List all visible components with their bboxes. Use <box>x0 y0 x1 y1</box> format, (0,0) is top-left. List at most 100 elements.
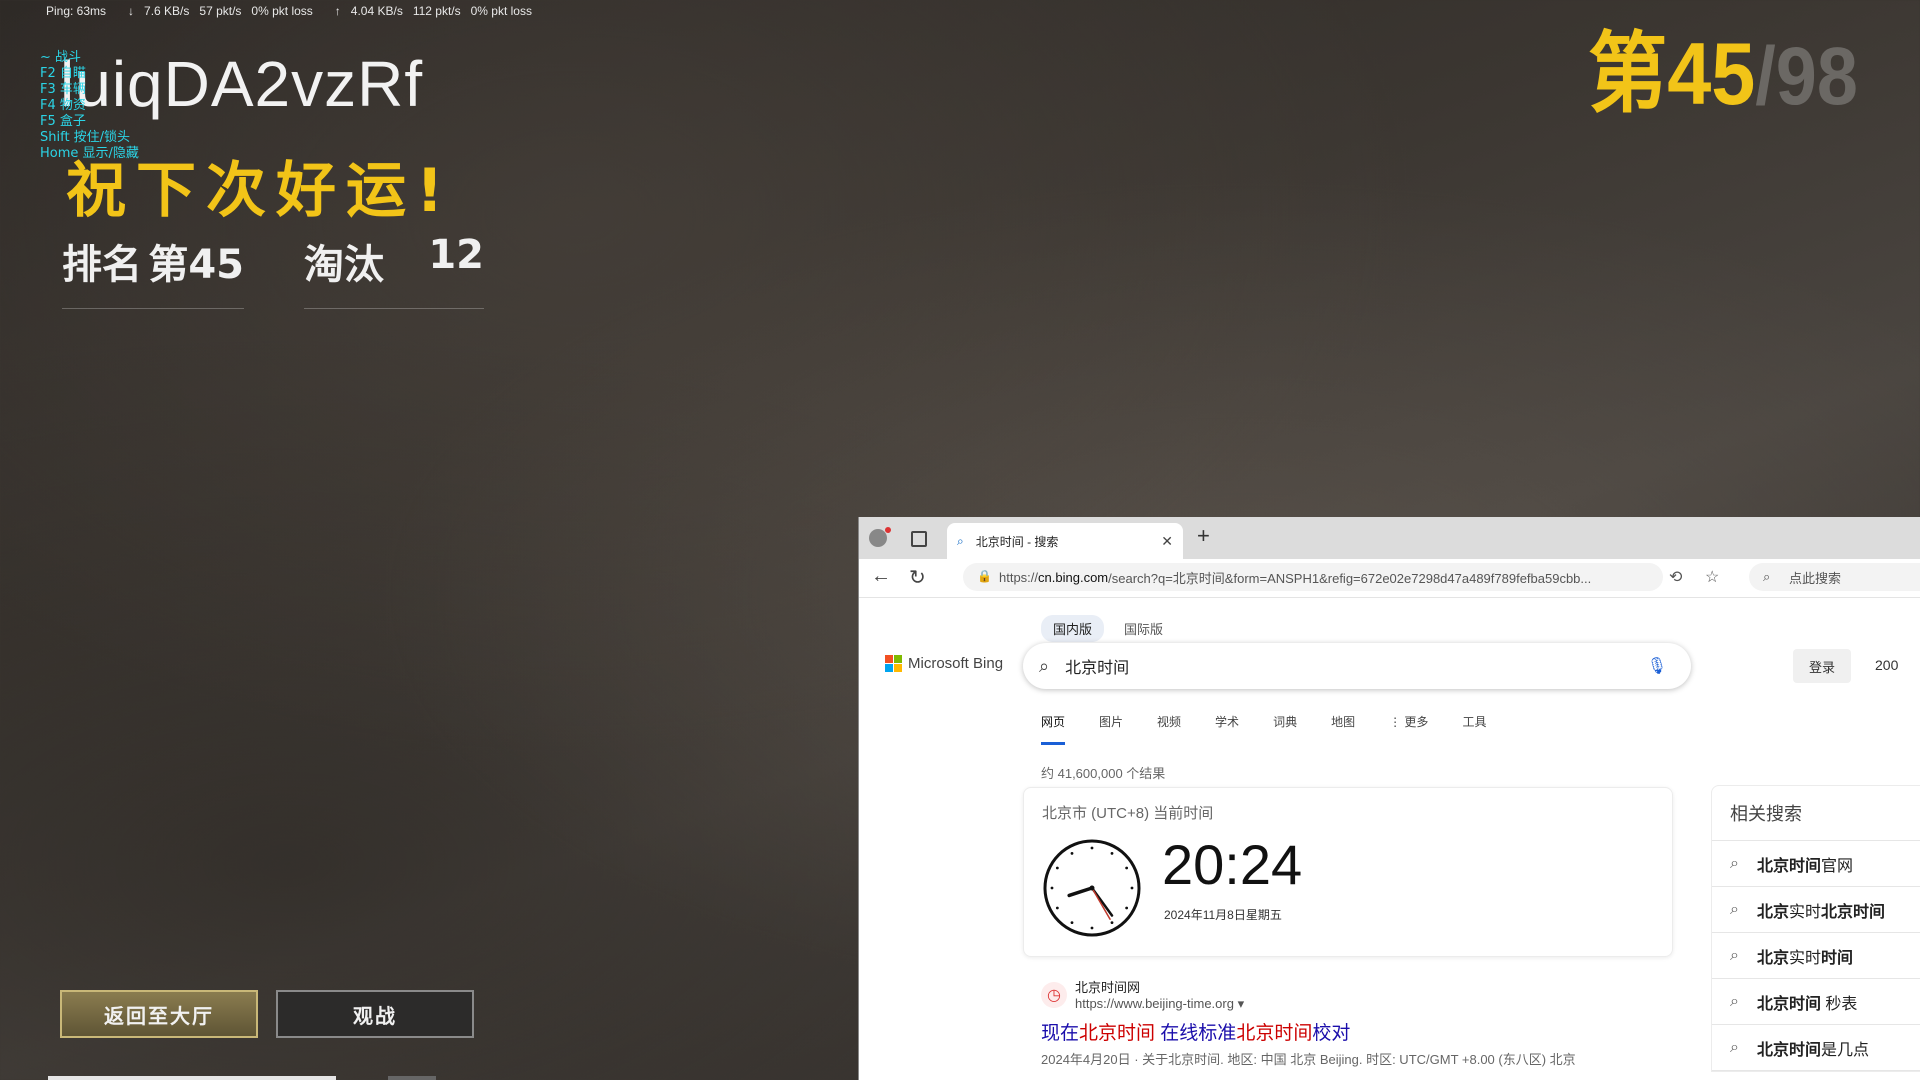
current-date: 2024年11月8日星期五 <box>1164 908 1282 922</box>
clock-tick <box>1125 866 1129 870</box>
tab-maps[interactable]: 地图 <box>1331 713 1355 745</box>
profile-icon[interactable] <box>869 529 887 547</box>
logo-text: Microsoft Bing <box>908 655 1004 672</box>
related-heading: 相关搜索 <box>1712 786 1920 841</box>
clock-tick <box>1110 921 1114 925</box>
related-bold: 北京时间 <box>1821 903 1886 921</box>
search-icon: ⌕ <box>1763 569 1771 584</box>
related-rest: 是几点 <box>1820 1041 1869 1059</box>
translate-icon[interactable]: ⟲ <box>1669 567 1682 587</box>
url-rest: /search?q=北京时间&form=ANSPH1&refig=672e02e… <box>1108 570 1592 586</box>
favorite-icon[interactable]: ☆ <box>1705 567 1719 587</box>
clock-tick <box>1070 851 1074 855</box>
result-site-name: 北京时间网 <box>1075 980 1141 995</box>
result-title-part: 在线标准 <box>1155 1023 1237 1044</box>
spectate-button[interactable]: 观战 <box>276 990 474 1038</box>
download-pkts: 57 pkt/s <box>199 4 242 18</box>
related-item[interactable]: ⌕ 北京时间是几点 <box>1712 1025 1920 1071</box>
related-searches: 相关搜索 ⌕ 北京时间官网 ⌕ 北京实时北京时间 ⌕ 北京实时时间 ⌕ 北京时间… <box>1711 785 1920 1072</box>
related-bold: 北京 <box>1756 949 1789 967</box>
microphone-icon[interactable]: 🎙 <box>1647 656 1667 676</box>
new-tab-button[interactable]: + <box>1197 523 1210 549</box>
url-host: cn.bing.com <box>1038 569 1109 585</box>
tab-videos[interactable]: 视频 <box>1157 713 1181 745</box>
refresh-icon[interactable]: ↻ <box>909 565 926 590</box>
tab-title: 北京时间 - 搜索 <box>975 534 1059 549</box>
clock-tick <box>1055 866 1059 870</box>
clock-tick <box>1050 886 1054 890</box>
login-button[interactable]: 登录 <box>1793 649 1851 683</box>
related-rest: 实时 <box>1788 949 1821 967</box>
result-site-url: https://www.beijing-time.org ▾ <box>1075 996 1245 1011</box>
browser-tab[interactable]: ⌕ 北京时间 - 搜索 ✕ <box>947 523 1183 559</box>
side-search-placeholder: 点此搜索 <box>1789 570 1842 586</box>
related-bold: 时间 <box>1821 949 1854 967</box>
result-snippet: 2024年4月20日 · 关于北京时间. 地区: 中国 北京 Beijing. … <box>1041 1052 1576 1067</box>
kills-label: 淘汰 <box>304 242 384 288</box>
tab-dictionary[interactable]: 词典 <box>1273 713 1297 745</box>
ping-readout: Ping: 63ms <box>46 4 107 18</box>
tab-actions-icon[interactable] <box>911 531 927 547</box>
close-icon[interactable]: ✕ <box>1161 533 1173 550</box>
back-icon[interactable]: ← <box>871 565 891 588</box>
kills-value: 12 <box>428 232 484 278</box>
clock-tick <box>1055 906 1059 910</box>
related-rest: 秒表 <box>1820 995 1858 1013</box>
hotkey-line: F5 盒子 <box>40 114 86 129</box>
result-title-highlight: 北京时间 <box>1079 1023 1156 1044</box>
search-input[interactable]: ⌕ 北京时间 🎙 <box>1023 643 1691 689</box>
result-message: 祝下次好运! <box>66 156 454 226</box>
search-icon: ⌕ <box>957 533 964 548</box>
search-icon: ⌕ <box>1730 900 1739 918</box>
address-bar: ← ↻ 🔒 https://cn.bing.com/search?q=北京时间&… <box>859 559 1920 598</box>
search-icon: ⌕ <box>1730 1038 1739 1056</box>
clock-tick <box>1090 926 1094 930</box>
clock-tick <box>1130 886 1134 890</box>
search-query: 北京时间 <box>1065 660 1130 677</box>
clock-tick <box>1125 906 1129 910</box>
region-tab-domestic[interactable]: 国内版 <box>1041 615 1105 642</box>
result-title-link[interactable]: 现在北京时间 在线标准北京时间校对 <box>1041 1018 1576 1045</box>
time-location-label: 北京市 (UTC+8) 当前时间 <box>1042 805 1214 822</box>
related-item[interactable]: ⌕ 北京时间 秒表 <box>1712 979 1920 1025</box>
network-stats: Ping: 63ms ↓ 7.6 KB/s 57 pkt/s 0% pkt lo… <box>46 4 532 18</box>
upload-icon: ↑ <box>334 4 341 18</box>
tab-bar: ⌕ 北京时间 - 搜索 ✕ + <box>859 517 1920 559</box>
tab-images[interactable]: 图片 <box>1099 713 1123 745</box>
related-item[interactable]: ⌕ 北京实时北京时间 <box>1712 887 1920 933</box>
rank-value: 第45 <box>148 242 244 288</box>
tab-academic[interactable]: 学术 <box>1215 713 1239 745</box>
hotkey-line: F2 自瞄 <box>40 66 86 81</box>
browser-window: ⌕ 北京时间 - 搜索 ✕ + ← ↻ 🔒 https://cn.bing.co… <box>858 517 1920 1080</box>
big-rank-total: /98 <box>1755 31 1858 122</box>
related-item[interactable]: ⌕ 北京时间官网 <box>1712 841 1920 887</box>
result-count: 约 41,600,000 个结果 <box>1041 766 1166 781</box>
download-icon: ↓ <box>128 4 135 18</box>
search-icon: ⌕ <box>1730 946 1739 964</box>
url-field[interactable]: 🔒 https://cn.bing.com/search?q=北京时间&form… <box>963 563 1663 591</box>
result-title-part: 校对 <box>1312 1023 1351 1044</box>
clock-tick <box>1090 846 1094 850</box>
related-bold: 北京时间 <box>1756 857 1821 875</box>
tab-web[interactable]: 网页 <box>1041 713 1066 745</box>
big-rank-current: 第45 <box>1588 24 1756 123</box>
side-search-field[interactable]: ⌕ 点此搜索 <box>1749 563 1920 591</box>
progress-line-segment <box>388 1076 436 1080</box>
result-title-part: 现在 <box>1041 1023 1080 1044</box>
related-item[interactable]: ⌕ 北京实时时间 <box>1712 933 1920 979</box>
search-icon: ⌕ <box>1730 992 1739 1010</box>
search-verticals: 网页 图片 视频 学术 词典 地图 ⋮ 更多 工具 <box>1041 713 1486 745</box>
url-prefix: https:// <box>999 569 1039 585</box>
return-lobby-button[interactable]: 返回至大厅 <box>60 990 258 1038</box>
result-site[interactable]: ◷ 北京时间网 https://www.beijing-time.org ▾ <box>1041 977 1576 1012</box>
search-icon: ⌕ <box>1039 655 1050 676</box>
region-tab-international[interactable]: 国际版 <box>1112 615 1175 642</box>
notification-dot <box>885 527 891 533</box>
result-title-highlight: 北京时间 <box>1236 1023 1313 1044</box>
bing-logo[interactable]: Microsoft Bing <box>885 655 1003 672</box>
download-loss: 0% pkt loss <box>251 4 313 18</box>
rewards-points[interactable]: 200 <box>1875 657 1898 673</box>
tab-tools[interactable]: 工具 <box>1462 713 1486 745</box>
search-icon: ⌕ <box>1730 854 1739 872</box>
tab-more[interactable]: ⋮ 更多 <box>1389 713 1428 745</box>
